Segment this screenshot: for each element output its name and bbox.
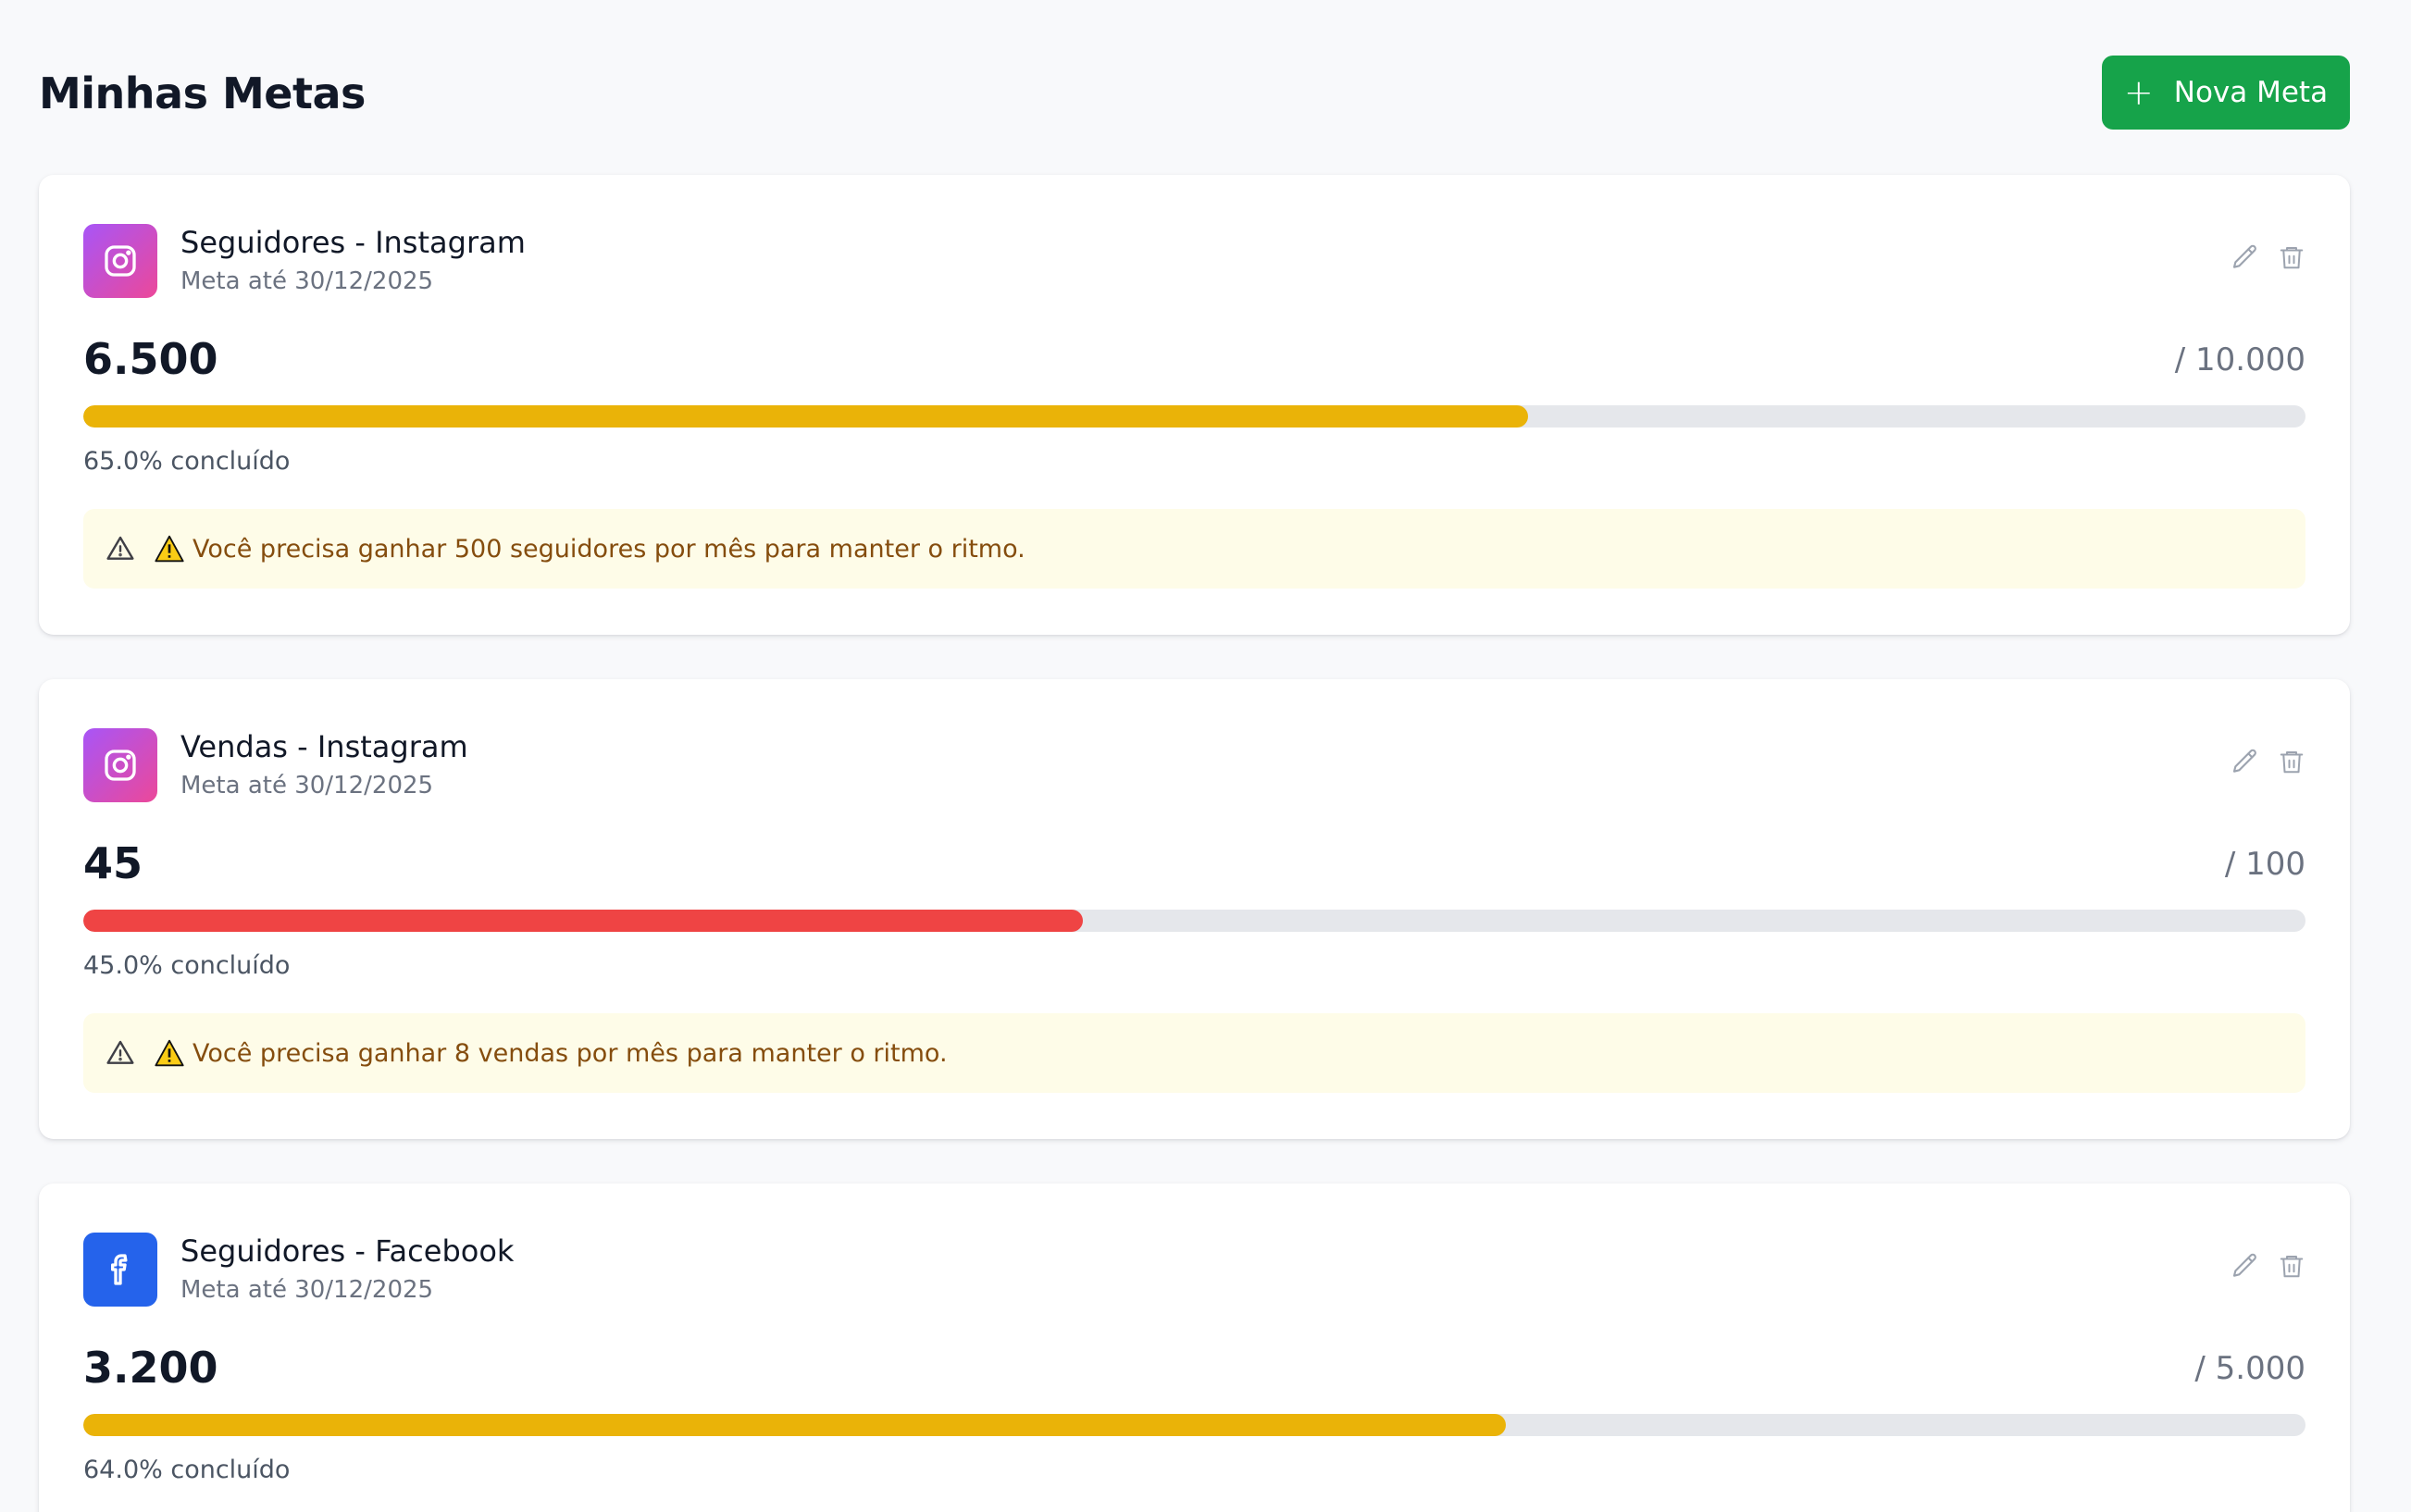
plus-icon: + (2123, 72, 2154, 113)
new-goal-button[interactable]: + Nova Meta (2102, 56, 2350, 130)
facebook-icon (83, 1233, 157, 1307)
alert-text: Você precisa ganhar 8 vendas por mês par… (193, 1038, 948, 1068)
progress-bar (83, 910, 2305, 932)
target-value: / 5.000 (2194, 1350, 2305, 1387)
goal-card: Seguidores - Instagram Meta até 30/12/20… (39, 175, 2350, 635)
current-value: 6.500 (83, 334, 218, 384)
goal-deadline: Meta até 30/12/2025 (180, 772, 434, 799)
pace-alert: Você precisa ganhar 500 seguidores por m… (83, 509, 2305, 589)
instagram-icon (83, 224, 157, 298)
progress-fill (83, 910, 1084, 932)
goal-card: Seguidores - Facebook Meta até 30/12/202… (39, 1184, 2350, 1512)
goal-actions (2230, 746, 2307, 777)
edit-icon[interactable] (2230, 746, 2261, 777)
trash-icon[interactable] (2276, 1250, 2307, 1282)
goal-title: Seguidores - Facebook (180, 1233, 515, 1269)
current-value: 45 (83, 838, 143, 888)
trash-icon[interactable] (2276, 242, 2307, 273)
progress-fill (83, 1414, 1506, 1436)
progress-fill (83, 405, 1528, 428)
goal-card: Vendas - Instagram Meta até 30/12/2025 4… (39, 679, 2350, 1139)
warning-icon (154, 1037, 185, 1069)
new-goal-button-label: Nova Meta (2173, 76, 2329, 109)
goal-actions (2230, 242, 2307, 273)
goal-title: Seguidores - Instagram (180, 225, 526, 260)
alert-text: Você precisa ganhar 500 seguidores por m… (193, 534, 1025, 564)
progress-label: 64.0% concluído (83, 1456, 291, 1484)
warning-outline-icon (104, 1036, 137, 1070)
warning-outline-icon (104, 532, 137, 565)
trash-icon[interactable] (2276, 746, 2307, 777)
page-title: Minhas Metas (39, 68, 366, 118)
progress-bar (83, 405, 2305, 428)
warning-icon (154, 533, 185, 564)
goal-title: Vendas - Instagram (180, 729, 468, 764)
target-value: / 100 (2224, 846, 2305, 883)
target-value: / 10.000 (2174, 341, 2305, 378)
instagram-icon (83, 728, 157, 802)
progress-bar (83, 1414, 2305, 1436)
edit-icon[interactable] (2230, 242, 2261, 273)
goals-page: Minhas Metas + Nova Meta Seguidores - In… (0, 0, 2411, 1512)
pace-alert: Você precisa ganhar 8 vendas por mês par… (83, 1013, 2305, 1093)
edit-icon[interactable] (2230, 1250, 2261, 1282)
goal-deadline: Meta até 30/12/2025 (180, 267, 434, 295)
page-header: Minhas Metas + Nova Meta (39, 56, 2350, 131)
goal-actions (2230, 1250, 2307, 1282)
current-value: 3.200 (83, 1343, 218, 1393)
goal-deadline: Meta até 30/12/2025 (180, 1276, 434, 1304)
progress-label: 65.0% concluído (83, 447, 291, 476)
progress-label: 45.0% concluído (83, 951, 291, 980)
